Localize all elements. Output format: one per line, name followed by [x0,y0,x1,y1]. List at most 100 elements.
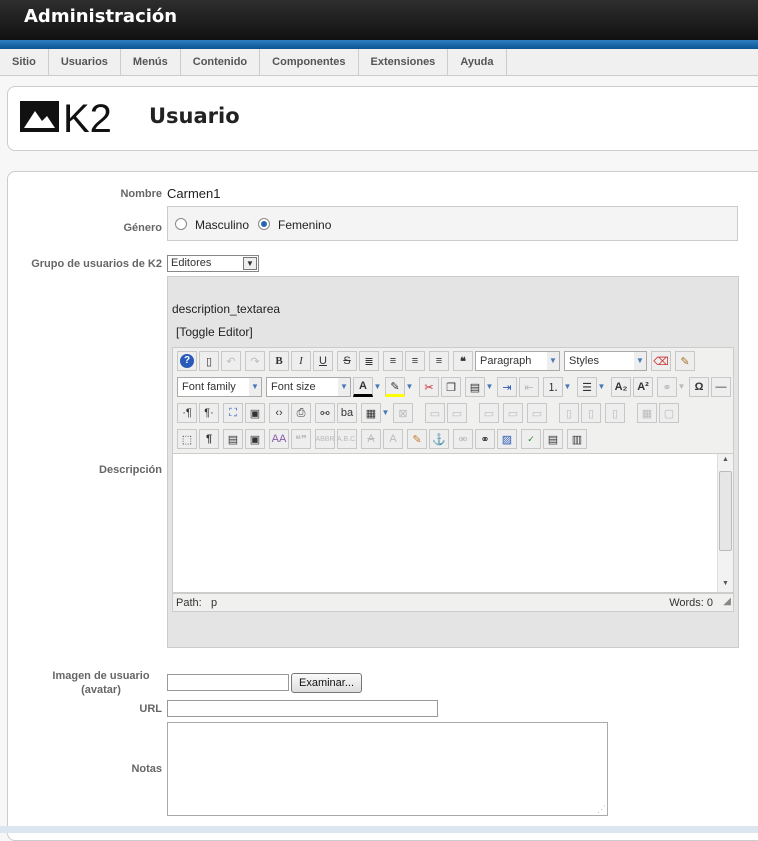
italic-icon[interactable]: I [291,351,311,371]
underline-icon[interactable]: U [313,351,333,371]
chevron-down-icon[interactable]: ▼ [677,377,686,397]
rtl-icon[interactable]: ¶· [199,403,219,423]
chevron-down-icon[interactable]: ▼ [373,377,382,397]
unlink-icon[interactable]: ⚮ [453,429,473,449]
row-props-icon[interactable]: ▭ [425,403,445,423]
editor-content-area[interactable]: ▲ ▼ [172,453,734,593]
search-icon[interactable]: ⚯ [315,403,335,423]
bullet-list-icon[interactable]: ☰ [577,377,597,397]
attributes-icon[interactable]: ✎ [407,429,427,449]
chevron-down-icon[interactable]: ▼ [485,377,494,397]
insert-text-icon[interactable]: A [383,429,403,449]
horizontal-rule-icon[interactable]: — [711,377,731,397]
ltr-icon[interactable]: ·¶ [177,403,197,423]
menu-item-usuarios[interactable]: Usuarios [49,49,121,76]
visual-aid-icon[interactable]: ⬚ [177,429,197,449]
chevron-down-icon[interactable]: ▼ [381,403,390,423]
chevron-down-icon[interactable]: ▼ [405,377,414,397]
merge-cells-icon[interactable]: ▢ [659,403,679,423]
font-size-dropdown[interactable]: Font size ▼ [266,377,351,397]
help-icon[interactable]: ? [177,351,197,371]
path-value[interactable]: p [211,597,217,609]
resize-handle-icon[interactable]: ⋰ [597,804,606,815]
page-break-icon[interactable]: ▥ [567,429,587,449]
grupo-select[interactable]: Editores ▼ [167,255,259,272]
insert-layer-icon[interactable]: ▣ [245,429,265,449]
align-center-icon[interactable]: ≡ [383,351,403,371]
strikethrough-icon[interactable]: S [337,351,357,371]
insert-row-after-icon[interactable]: ▭ [503,403,523,423]
copy-icon[interactable]: ❐ [441,377,461,397]
outdent-icon[interactable]: ⇤ [519,377,539,397]
menu-item-menus[interactable]: Menús [121,49,181,76]
replace-icon[interactable]: ba [337,403,357,423]
align-left-icon[interactable]: ≡ [405,351,425,371]
special-char-icon[interactable]: Ω [689,377,709,397]
subscript-icon[interactable]: A₂ [611,377,631,397]
format-dropdown[interactable]: Paragraph ▼ [475,351,560,371]
spellcheck-icon[interactable]: ✓ [521,429,541,449]
radio-femenino[interactable] [258,218,270,230]
scrollbar-thumb[interactable] [719,471,732,551]
resize-handle-icon[interactable]: ◢ [723,596,731,607]
template-icon[interactable]: ▤ [543,429,563,449]
insert-link-icon[interactable]: ⚭ [475,429,495,449]
browse-button[interactable]: Examinar... [291,673,362,693]
link-icon[interactable]: ⚭ [657,377,677,397]
paste-text-icon[interactable]: ▣ [245,403,265,423]
insert-row-before-icon[interactable]: ▭ [479,403,499,423]
redo-icon[interactable]: ↷ [245,351,265,371]
menu-item-extensiones[interactable]: Extensiones [359,49,449,76]
new-document-icon[interactable]: ▯ [199,351,219,371]
avatar-file-input[interactable] [167,674,289,691]
eraser-icon[interactable]: ⌫ [651,351,671,371]
url-input[interactable] [167,700,438,717]
split-cells-icon[interactable]: ▦ [637,403,657,423]
menu-item-ayuda[interactable]: Ayuda [448,49,507,76]
abbr-icon[interactable]: ABBR [315,429,335,449]
chevron-down-icon[interactable]: ▼ [563,377,572,397]
paste-word-icon[interactable]: ▤ [223,429,243,449]
image-icon[interactable]: ▨ [497,429,517,449]
cite-icon[interactable]: ❝❞ [291,429,311,449]
align-right-icon[interactable]: ≡ [429,351,449,371]
anchor-icon[interactable]: ⚓ [429,429,449,449]
cleanup-icon[interactable]: ✎ [675,351,695,371]
html-source-icon[interactable]: ‹› [269,403,289,423]
numbered-list-icon[interactable]: ⒈ [543,377,563,397]
menu-item-sitio[interactable]: Sitio [0,49,49,76]
indent-icon[interactable]: ⇥ [497,377,517,397]
delete-text-icon[interactable]: A [361,429,381,449]
superscript-icon[interactable]: A² [633,377,653,397]
delete-col-icon[interactable]: ▯ [605,403,625,423]
table-icon[interactable]: ▦ [361,403,381,423]
notas-textarea[interactable]: ⋰ [167,722,608,816]
menu-item-componentes[interactable]: Componentes [260,49,359,76]
toggle-editor-link[interactable]: [Toggle Editor] [176,325,253,339]
insert-col-after-icon[interactable]: ▯ [581,403,601,423]
delete-table-icon[interactable]: ⊠ [393,403,413,423]
styles-dropdown[interactable]: Styles ▼ [564,351,647,371]
cut-icon[interactable]: ✂ [419,377,439,397]
chevron-down-icon[interactable]: ▼ [597,377,606,397]
undo-icon[interactable]: ↶ [221,351,241,371]
scroll-down-icon[interactable]: ▼ [722,580,729,587]
show-blocks-icon[interactable]: ¶ [199,429,219,449]
menu-item-contenido[interactable]: Contenido [181,49,261,76]
delete-row-icon[interactable]: ▭ [527,403,547,423]
fullscreen-icon[interactable]: ⛶ [223,403,243,423]
radio-masculino[interactable] [175,218,187,230]
insert-col-before-icon[interactable]: ▯ [559,403,579,423]
styles-props-icon[interactable]: AA [269,429,289,449]
paste-icon[interactable]: ▤ [465,377,485,397]
blockquote-icon[interactable]: ❝ [453,351,473,371]
acronym-icon[interactable]: A.B.C. [337,429,357,449]
print-icon[interactable]: ⎙ [291,403,311,423]
align-justify-icon[interactable]: ≣ [359,351,379,371]
text-color-icon[interactable]: A [353,377,373,397]
bold-icon[interactable]: B [269,351,289,371]
scroll-up-icon[interactable]: ▲ [722,456,729,463]
cell-props-icon[interactable]: ▭ [447,403,467,423]
editor-scrollbar[interactable]: ▲ ▼ [717,454,733,592]
font-family-dropdown[interactable]: Font family ▼ [177,377,262,397]
